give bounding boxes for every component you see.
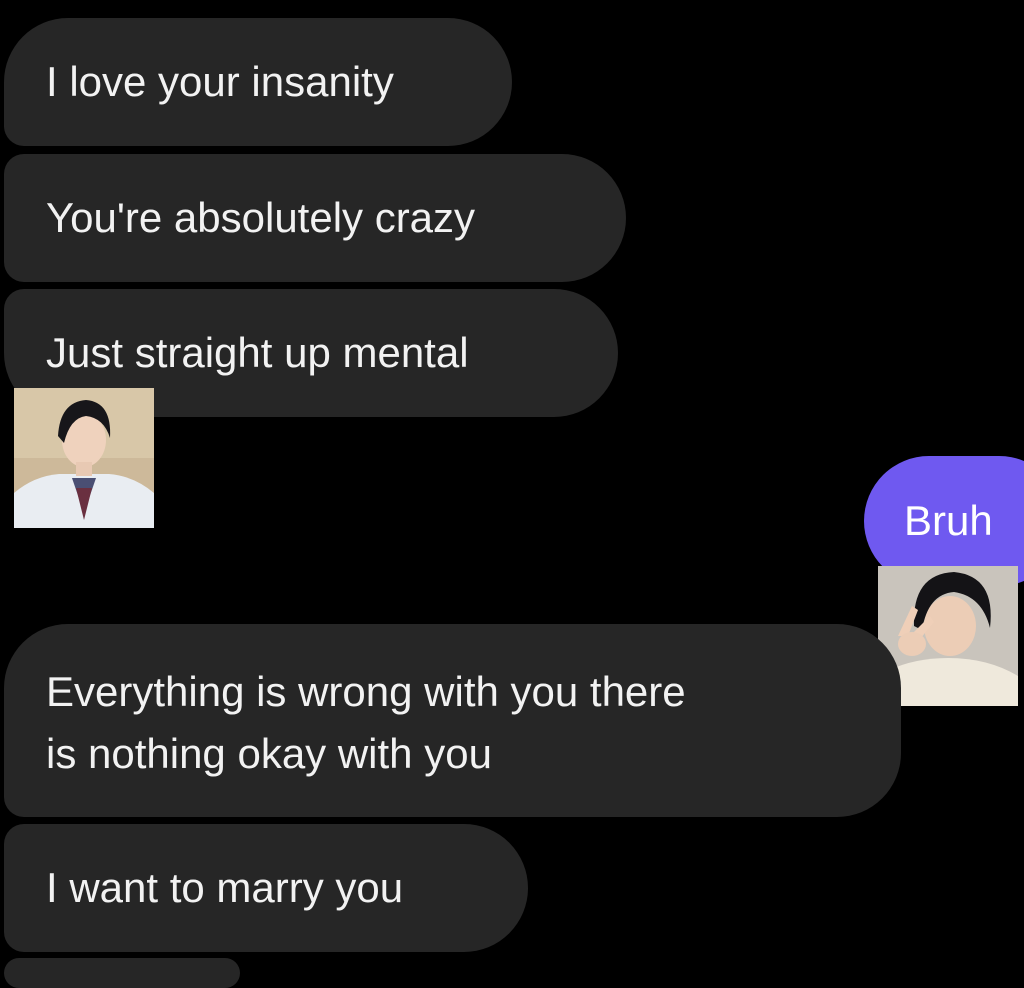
contact-avatar[interactable] bbox=[14, 388, 154, 528]
message-text: You're absolutely crazy bbox=[46, 194, 476, 241]
message-text: I love your insanity bbox=[46, 58, 394, 105]
message-bubble-received[interactable]: You're absolutely crazy bbox=[4, 154, 626, 282]
message-bubble-received[interactable]: Everything is wrong with you there is no… bbox=[4, 624, 901, 817]
avatar-photo bbox=[14, 388, 154, 528]
message-text-line: is nothing okay with you bbox=[46, 730, 492, 777]
message-bubble-received[interactable]: I want to marry you bbox=[4, 824, 528, 952]
message-text: Just straight up mental bbox=[46, 329, 469, 376]
message-bubble-received[interactable]: I love your insanity bbox=[4, 18, 512, 146]
message-text-line: Everything is wrong with you there bbox=[46, 668, 686, 715]
message-text: I want to marry you bbox=[46, 864, 404, 911]
message-text: Bruh bbox=[904, 497, 993, 544]
message-bubble-partial bbox=[4, 958, 240, 988]
